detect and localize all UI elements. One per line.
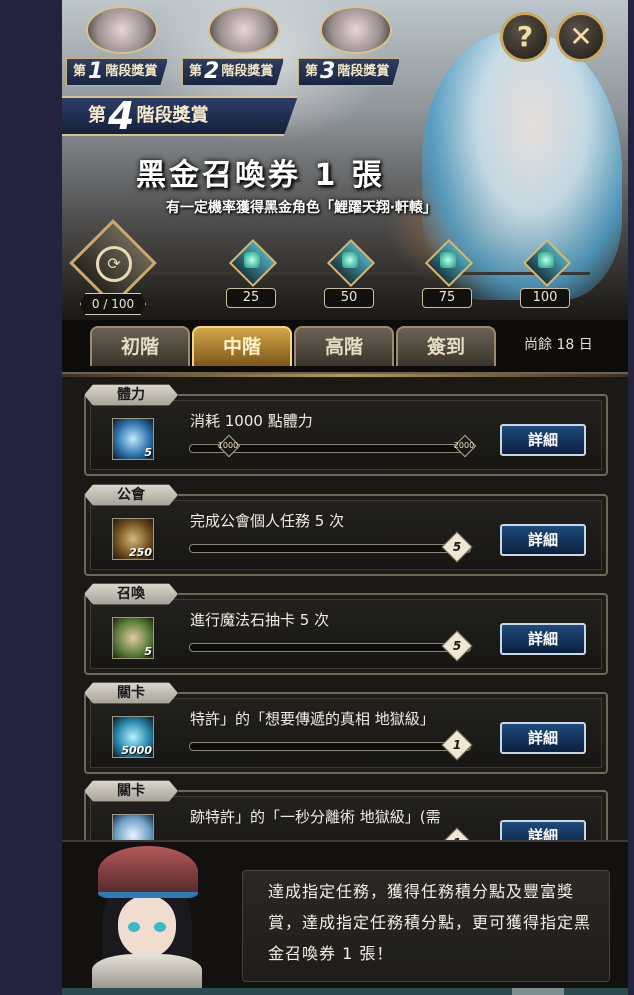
progress-marker-label: 1000 xyxy=(217,441,239,450)
stage-prefix: 第 xyxy=(305,64,319,79)
stage-number: 2 xyxy=(204,59,220,84)
milestone-25[interactable]: 25 xyxy=(226,238,278,308)
stage-3-reward-orb-icon[interactable] xyxy=(320,6,392,54)
chest-gem xyxy=(440,252,456,268)
reward-qty: 5000 xyxy=(121,744,152,757)
chest-gem xyxy=(538,252,554,268)
task-row: 關卡 5000 特許」的「想要傳遞的真相 地獄級」 1 詳細 xyxy=(84,682,608,774)
tab-check-in[interactable]: 簽到 xyxy=(396,326,496,366)
days-remaining: 尚餘 18 日 xyxy=(524,337,593,353)
close-button[interactable]: ✕ xyxy=(556,12,606,62)
progress-goal-label: 5 xyxy=(452,639,462,653)
detail-button[interactable]: 詳細 xyxy=(500,524,586,556)
points-counter: 0 / 100 xyxy=(80,293,146,315)
task-category: 公會 xyxy=(84,484,178,506)
task-title: 進行魔法石抽卡 5 次 xyxy=(190,611,330,629)
task-category: 關卡 xyxy=(84,780,178,802)
progress-goal-label: 1 xyxy=(452,738,462,752)
current-stage-banner: 第4 階段獎賞 xyxy=(62,96,298,136)
tab-intermediate[interactable]: 中階 xyxy=(192,326,292,366)
detail-button[interactable]: 詳細 xyxy=(500,623,586,655)
tab-advanced[interactable]: 高階 xyxy=(294,326,394,366)
stamina-crystal-icon: 5 xyxy=(112,418,154,460)
milestone-50[interactable]: 50 xyxy=(324,238,376,308)
stage-prefix: 第 xyxy=(73,64,87,79)
summon-card-icon: 5 xyxy=(112,617,154,659)
reward-banner: 第1 階段獎賞 第2 階段獎賞 第3 階段獎賞 第4 階段獎賞 黑金召喚券 1 張 有一… xyxy=(62,0,628,320)
stage-1-reward-orb-icon[interactable] xyxy=(86,6,158,54)
task-title: 跡特許」的「一秒分離術 地獄級」(需 xyxy=(190,808,441,826)
chest-gem xyxy=(244,252,260,268)
tab-beginner[interactable]: 初階 xyxy=(90,326,190,366)
milestone-75[interactable]: 75 xyxy=(422,238,474,308)
scroll-indicator xyxy=(62,988,628,995)
progress-goal-label: 5 xyxy=(452,540,462,554)
reward-qty: 5 xyxy=(144,645,152,658)
stage-2-reward-orb-icon[interactable] xyxy=(208,6,280,54)
progress-marker-label: 2000 xyxy=(453,441,475,450)
npc-hat xyxy=(98,846,198,898)
task-row: 關卡 跡特許」的「一秒分離術 地獄級」(需 1 詳細 xyxy=(84,780,608,844)
divider xyxy=(62,374,628,377)
task-progress-bar xyxy=(189,544,471,553)
stage-label: 階段獎賞 xyxy=(105,64,158,79)
milestone-label: 75 xyxy=(422,288,472,308)
detail-button[interactable]: 詳細 xyxy=(500,722,586,754)
help-button[interactable]: ? xyxy=(500,12,550,62)
milestone-label: 25 xyxy=(226,288,276,308)
task-progress-bar xyxy=(189,742,471,751)
chest-gem xyxy=(342,252,358,268)
npc-eye xyxy=(128,922,140,932)
stage-prefix: 第 xyxy=(88,105,106,126)
guide-character-portrait xyxy=(72,842,222,994)
stage-label: 階段獎賞 xyxy=(337,64,390,79)
task-title: 完成公會個人任務 5 次 xyxy=(190,512,345,530)
task-category: 體力 xyxy=(84,384,178,406)
task-row: 召喚 5 進行魔法石抽卡 5 次 5 詳細 xyxy=(84,583,608,675)
reward-qty: 250 xyxy=(129,546,152,559)
reward-subtitle: 有一定機率獲得黑金角色「鯉躍天翔‧軒轅」 xyxy=(166,200,437,216)
stage-1-tab[interactable]: 第1 階段獎賞 xyxy=(66,58,169,86)
task-progress-bar xyxy=(189,643,471,652)
task-title: 特許」的「想要傳遞的真相 地獄級」 xyxy=(190,710,435,728)
detail-button[interactable]: 詳細 xyxy=(500,424,586,456)
guild-key-icon: 250 xyxy=(112,518,154,560)
stage-prefix: 第 xyxy=(189,64,203,79)
reward-title: 黑金召喚券 1 張 xyxy=(136,158,385,193)
task-category: 關卡 xyxy=(84,682,178,704)
npc-face xyxy=(118,896,176,958)
milestone-label: 100 xyxy=(520,288,570,308)
milestone-label: 50 xyxy=(324,288,374,308)
stage-number: 3 xyxy=(320,59,336,84)
stage-2-tab[interactable]: 第2 階段獎賞 xyxy=(182,58,285,86)
task-title: 消耗 1000 點體力 xyxy=(190,412,313,430)
guide-message: 達成指定任務，獲得任務積分點及豐富獎賞，達成指定任務積分點，更可獲得指定黑金召喚… xyxy=(268,882,592,963)
stage-number: 4 xyxy=(108,94,135,138)
refresh-icon: ⟳ xyxy=(96,246,132,282)
milestone-100[interactable]: 100 xyxy=(520,238,572,308)
npc-eye xyxy=(154,922,166,932)
spirit-flame-icon: 5000 xyxy=(112,716,154,758)
stage-label: 階段獎賞 xyxy=(136,105,209,126)
task-row: 體力 5 消耗 1000 點體力 1000 2000 詳細 xyxy=(84,384,608,476)
stage-number: 1 xyxy=(88,59,104,84)
task-row: 公會 250 完成公會個人任務 5 次 5 詳細 xyxy=(84,484,608,576)
stage-label: 階段獎賞 xyxy=(221,64,274,79)
task-category: 召喚 xyxy=(84,583,178,605)
stage-3-tab[interactable]: 第3 階段獎賞 xyxy=(298,58,401,86)
guide-dialog: 達成指定任務，獲得任務積分點及豐富獎賞，達成指定任務積分點，更可獲得指定黑金召喚… xyxy=(62,840,628,994)
reward-qty: 5 xyxy=(144,446,152,459)
task-list[interactable]: 體力 5 消耗 1000 點體力 1000 2000 詳細 公會 250 完成公… xyxy=(62,372,628,844)
scroll-indicator-knob[interactable] xyxy=(512,988,564,995)
